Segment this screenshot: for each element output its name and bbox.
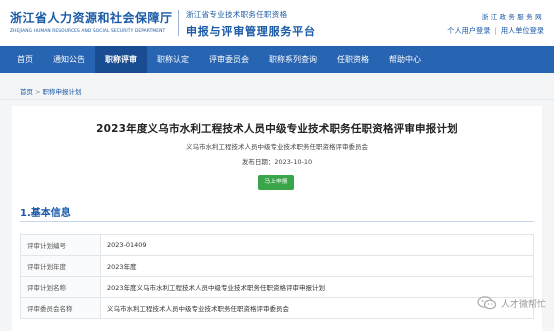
nav-item-home[interactable]: 首页	[7, 46, 43, 73]
page-body: 首页 > 职称申报计划 2023年度义乌市水利工程技术人员中级专业技术职务任职资格评…	[0, 73, 554, 331]
page-title: 2023年度义乌市水利工程技术人员中级专业技术职务任职资格评审申报计划	[96, 123, 458, 135]
section-divider	[20, 221, 534, 222]
org-name-en: ZHEJIANG HUMAN RESOURCES AND SOCIAL SECU…	[10, 29, 166, 34]
header-right: 浙江政务服务网 个人用户登录 | 用人单位登录	[447, 11, 544, 36]
nav-item-title-recognition[interactable]: 职称认定	[147, 46, 199, 73]
breadcrumb-separator: >	[35, 88, 41, 96]
table-row: 评审计划年度 2023年度	[20, 255, 534, 277]
field-label: 评审计划名称	[20, 276, 101, 298]
publish-date: 发布日期：2023-10-10	[241, 158, 313, 166]
unit-login-link[interactable]: 用人单位登录	[501, 26, 544, 35]
table-row: 评审委员会名称 义乌市水利工程技术人员中级专业技术职务任职资格评审委员会	[20, 297, 534, 319]
wechat-icon	[477, 296, 497, 310]
nav-item-notices[interactable]: 通知公告	[43, 46, 95, 73]
nav-item-help-center[interactable]: 帮助中心	[379, 46, 431, 73]
personal-login-link[interactable]: 个人用户登录	[447, 26, 490, 35]
gov-service-slogan[interactable]: 浙江政务服务网	[447, 11, 544, 21]
field-label: 评审计划年度	[20, 255, 101, 277]
org-name-cn: 浙江省人力资源和社会保障厅	[10, 11, 173, 25]
table-row: 评审计划名称 2023年度义乌市水利工程技术人员中级专业技术职务任职资格评审申报…	[20, 276, 534, 298]
main-nav: 首页 通知公告 职称评审 职称认定 评审委员会 职称系列查询 任职资格 帮助中心	[0, 46, 554, 73]
watermark-text: 人才微帮忙	[500, 299, 546, 310]
platform-title: 浙江省专业技术职务任职资格 申报与评审管理服务平台	[186, 9, 316, 39]
header-divider	[178, 10, 179, 36]
table-row: 评审计划编号 2023-01409	[20, 234, 534, 256]
basic-info-table: 评审计划编号 2023-01409 评审计划年度 2023年度 评审计划名称 2…	[20, 234, 534, 319]
platform-main-title: 申报与评审管理服务平台	[186, 25, 316, 38]
field-value: 义乌市水利工程技术人员中级专业技术职务任职资格评审委员会	[100, 297, 534, 319]
plan-issuer: 义乌市水利工程技术人员中级专业技术职务任职资格评审委员会	[186, 143, 368, 151]
watermark: 人才微帮忙	[477, 296, 546, 310]
section-title-basic-info: 1.基本信息	[20, 208, 71, 219]
platform-subtitle: 浙江省专业技术职务任职资格	[186, 10, 288, 19]
plan-detail-card: 2023年度义乌市水利工程技术人员中级专业技术职务任职资格评审申报计划 义乌市水…	[12, 106, 542, 331]
field-value: 2023年度义乌市水利工程技术人员中级专业技术职务任职资格评审申报计划	[100, 276, 534, 298]
nav-item-title-review[interactable]: 职称评审	[95, 46, 147, 73]
nav-item-series-query[interactable]: 职称系列查询	[259, 46, 327, 73]
field-value: 2023年度	[100, 255, 534, 277]
login-links: 个人用户登录 | 用人单位登录	[447, 26, 544, 36]
nav-item-qualification[interactable]: 任职资格	[327, 46, 379, 73]
apply-now-button[interactable]: 马上申报	[258, 175, 294, 190]
nav-item-review-committee[interactable]: 评审委员会	[199, 46, 259, 73]
breadcrumb-home[interactable]: 首页	[20, 88, 33, 96]
org-logo[interactable]: 浙江省人力资源和社会保障厅 ZHEJIANG HUMAN RESOURCES A…	[10, 9, 173, 34]
field-label: 评审计划编号	[20, 234, 101, 256]
field-label: 评审委员会名称	[20, 297, 101, 319]
site-header: 浙江省人力资源和社会保障厅 ZHEJIANG HUMAN RESOURCES A…	[0, 0, 554, 46]
breadcrumb: 首页 > 职称申报计划	[20, 86, 81, 96]
field-value: 2023-01409	[100, 234, 534, 256]
login-link-separator: |	[494, 26, 497, 35]
breadcrumb-divider	[0, 99, 554, 100]
breadcrumb-current[interactable]: 职称申报计划	[42, 88, 81, 96]
